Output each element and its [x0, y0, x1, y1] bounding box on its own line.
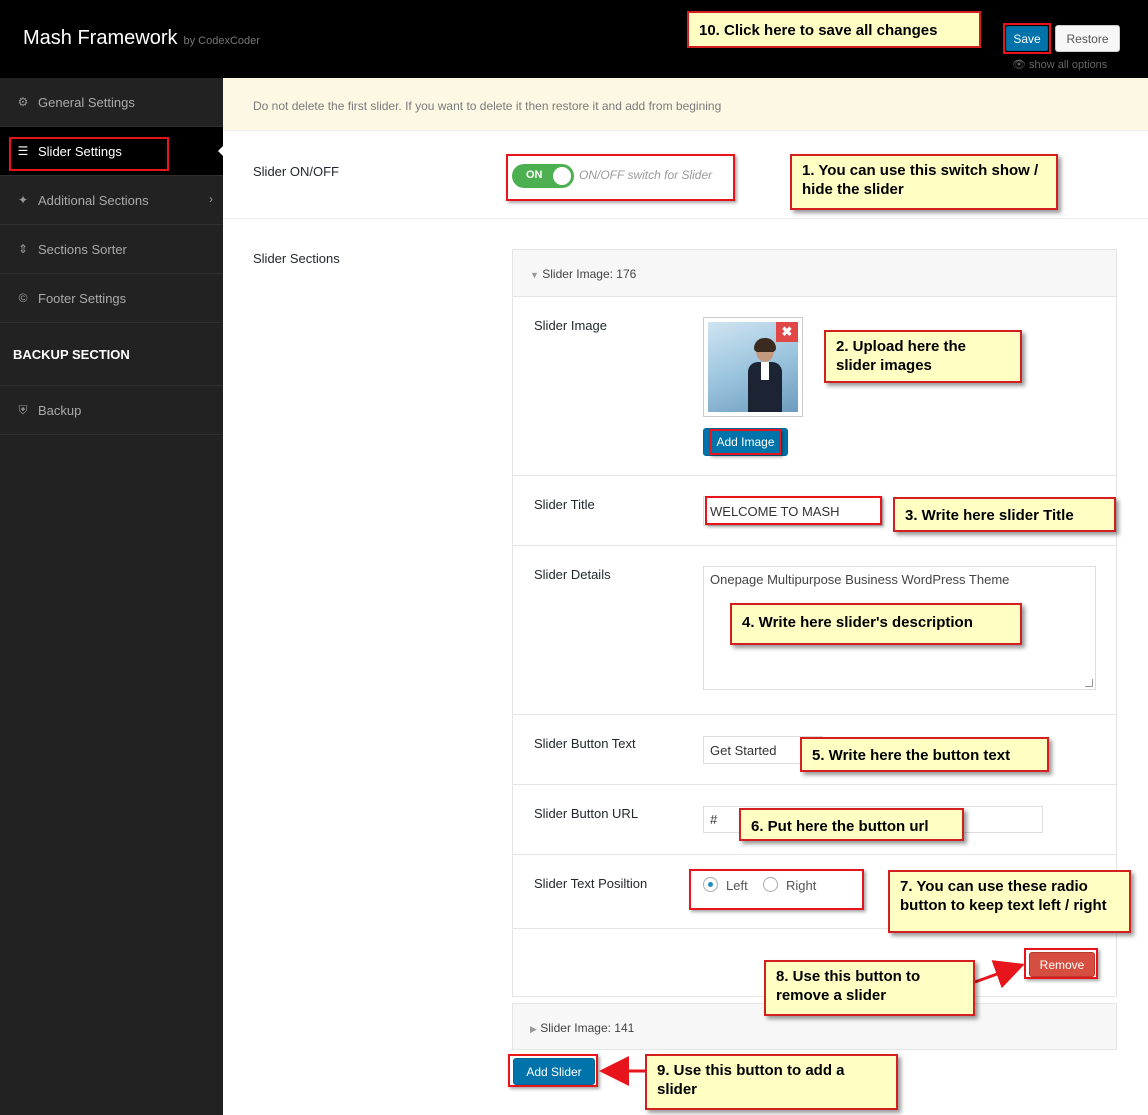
caret-down-icon: ▼ [530, 270, 539, 280]
slider-onoff-label: Slider ON/OFF [253, 164, 339, 179]
remove-slider-button[interactable]: Remove [1029, 952, 1095, 977]
main-content: Do not delete the first slider. If you w… [223, 78, 1148, 1115]
brand-title: Mash Framework by CodexCoder [23, 27, 260, 50]
slider-button-url-label: Slider Button URL [534, 806, 639, 821]
sidebar-item-label: Footer Settings [38, 290, 127, 306]
sidebar-item-additional-sections[interactable]: ✦ Additional Sections › [0, 176, 223, 225]
sliders-icon: ☰ [17, 144, 29, 158]
resize-grip-icon[interactable] [1085, 679, 1093, 687]
slider-details-label: Slider Details [534, 567, 611, 582]
show-all-options-link[interactable]: 👁 show all options [1012, 58, 1107, 71]
position-left-label: Left [726, 878, 748, 893]
brand-by: by CodexCoder [183, 35, 260, 47]
row-divider [513, 854, 1116, 855]
gears-icon: ⚙ [17, 95, 29, 109]
row-divider [513, 714, 1116, 715]
position-right-radio[interactable] [763, 877, 778, 892]
eye-icon: 👁 [1012, 59, 1026, 71]
note-10: 10. Click here to save all changes [687, 11, 981, 48]
sidebar-item-slider-settings[interactable]: ☰ Slider Settings [0, 127, 224, 176]
copyright-icon: © [18, 291, 28, 305]
note-8: 8. Use this button to remove a slider [764, 960, 975, 1016]
person-image [748, 338, 782, 412]
sidebar-item-sections-sorter[interactable]: ⇕ Sections Sorter [0, 225, 223, 274]
add-image-button[interactable]: Add Image [703, 428, 788, 456]
sidebar-item-backup[interactable]: ⛨ Backup [0, 386, 223, 435]
save-button[interactable]: Save [1006, 26, 1048, 51]
toggle-knob [553, 167, 571, 185]
chevron-right-icon: › [209, 192, 213, 206]
sidebar-item-footer-settings[interactable]: © Footer Settings [0, 274, 223, 323]
note-7: 7. You can use these radio button to kee… [888, 870, 1131, 933]
note-9: 9. Use this button to add a slider [645, 1054, 898, 1110]
toggle-on-text: ON [526, 169, 543, 181]
slider-panel-title: Slider Image: 141 [540, 1021, 635, 1035]
sidebar-item-general-settings[interactable]: ⚙ General Settings [0, 78, 223, 127]
sort-icon: ⇕ [17, 242, 29, 256]
row-divider [513, 545, 1116, 546]
slider-sections-label: Slider Sections [253, 251, 340, 266]
slider-panel-title: Slider Image: 176 [542, 267, 637, 281]
add-slider-button[interactable]: Add Slider [513, 1058, 595, 1085]
note-6: 6. Put here the button url [739, 808, 964, 841]
brand-name: Mash Framework [23, 27, 178, 49]
position-right-label: Right [786, 878, 817, 893]
sidebar-item-label: Sections Sorter [38, 241, 127, 257]
slider-text-position-label: Slider Text Posiltion [534, 876, 648, 891]
note-5: 5. Write here the button text [800, 737, 1049, 772]
shield-icon: ⛨ [18, 402, 28, 417]
slider-toggle-switch[interactable]: ON [512, 164, 574, 188]
sidebar-item-label: Slider Settings [38, 143, 122, 159]
slider-title-input[interactable] [703, 496, 883, 526]
sidebar-item-label: Backup [38, 402, 82, 418]
slider-title-label: Slider Title [534, 497, 595, 512]
position-left-radio[interactable] [703, 877, 718, 892]
remove-image-icon[interactable]: ✖ [776, 322, 798, 342]
slider-image-label: Slider Image [534, 318, 607, 333]
slider-panel-header[interactable]: ▼ Slider Image: 176 [513, 250, 1116, 297]
caret-right-icon: ▶ [530, 1024, 537, 1034]
backup-section-heading: BACKUP SECTION [0, 323, 223, 386]
note-1: 1. You can use this switch show / hide t… [790, 154, 1058, 210]
sidebar: ⚙ General Settings ☰ Slider Settings ✦ A… [0, 78, 224, 1115]
sidebar-item-label: General Settings [38, 94, 135, 110]
notice-banner: Do not delete the first slider. If you w… [223, 78, 1148, 131]
divider [223, 218, 1148, 219]
row-divider [513, 475, 1116, 476]
note-3: 3. Write here slider Title [893, 497, 1116, 532]
row-divider [513, 784, 1116, 785]
note-2: 2. Upload here the slider images [824, 330, 1022, 383]
puzzle-icon: ✦ [17, 193, 29, 207]
toggle-description: ON/OFF switch for Slider [579, 168, 713, 182]
sidebar-item-label: Additional Sections [38, 192, 149, 208]
note-4: 4. Write here slider's description [730, 603, 1022, 645]
slider-button-text-label: Slider Button Text [534, 736, 636, 751]
restore-button[interactable]: Restore [1055, 25, 1120, 52]
slider-details-value: Onepage Multipurpose Business WordPress … [710, 572, 1010, 587]
show-all-label: show all options [1029, 59, 1108, 71]
slider-image-thumbnail: ✖ [703, 317, 803, 417]
